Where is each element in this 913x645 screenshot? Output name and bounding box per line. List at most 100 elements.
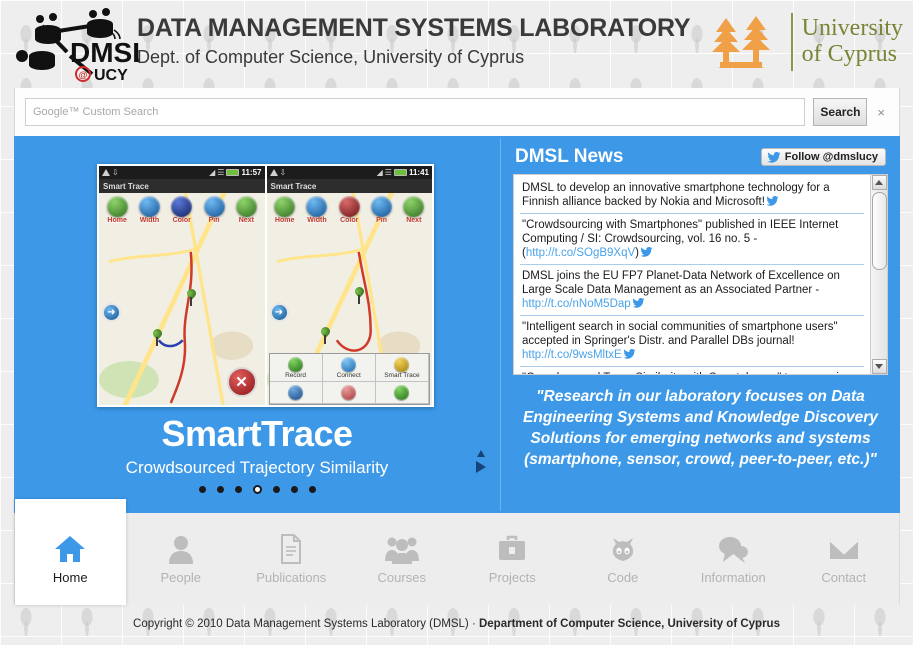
nav-label: Home [52,570,88,585]
nav-item-courses[interactable]: Courses [347,513,458,605]
scrollbar-track[interactable] [871,190,887,359]
logo-divider [790,13,793,71]
menu-item-connect[interactable]: Connect [322,353,376,382]
nav-item-information[interactable]: Information [678,513,789,605]
person-icon [167,533,195,565]
news-header: DMSL News Follow @dmslucy [513,136,888,174]
nav-item-projects[interactable]: Projects [457,513,568,605]
search-button[interactable]: Search [813,98,868,126]
news-item-text: "Intelligent search in social communitie… [522,321,838,348]
menu-item-label: Record [285,371,307,379]
carousel-dot[interactable] [216,486,224,493]
svg-text:UCY: UCY [94,67,128,84]
phone-context-menu: Record Connect Smart Trace [268,352,430,405]
university-line2: of Cyprus [801,41,898,67]
status-right-icons: ◢ ☰ 11:41 [377,168,429,177]
briefcase-icon [497,533,527,565]
nav-item-contact[interactable]: Contact [789,513,900,605]
scrollbar-thumb[interactable] [871,192,887,270]
menu-item-smart-trace[interactable]: Smart Trace [375,353,429,382]
twitter-follow-button[interactable]: Follow @dmslucy [760,148,886,166]
pin-icon [203,196,225,217]
phone-toolbar-label: Home [274,217,295,224]
phone-toolbar-label: Home [107,217,127,224]
news-item-link[interactable]: http://t.co/SOgB9XqV [526,247,635,259]
carousel-slide-image[interactable]: ⇩ ◢ ☰ 11:57 Smart Trace ➜ ✕ Home Width C… [97,164,434,407]
phone-toolbar-item[interactable]: Next [399,196,429,224]
phone-toolbar-item[interactable]: Home [270,196,300,224]
page-title: DATA MANAGEMENT SYSTEMS LABORATORY [137,14,691,42]
record-icon [288,356,304,372]
prev-arrow-button[interactable]: ➜ [269,303,289,323]
university-name: University of Cyprus [801,15,903,68]
phone-toolbar: Home Width Color Pin Next [99,193,265,225]
twitter-bird-icon [623,349,636,359]
carousel-dot-active[interactable] [252,485,262,494]
twitter-bird-icon [766,196,779,206]
news-item-link[interactable]: http://t.co/nNoM5Dap [522,298,631,310]
phone-toolbar-item[interactable]: Home [102,196,132,224]
menu-item-record[interactable]: Record [269,353,323,382]
carousel-dot[interactable] [290,486,298,493]
carousel-dot[interactable] [308,486,316,493]
phone-screenshot-right: ⇩ ◢ ☰ 11:41 Smart Trace ➜ Record Connect… [266,166,432,405]
news-item[interactable]: "Intelligent search in social communitie… [520,316,864,368]
scroll-down-button[interactable] [871,359,887,374]
chevron-right-icon[interactable] [476,461,486,473]
twitter-bird-icon [640,247,653,257]
stop-button[interactable]: ✕ [226,367,257,397]
phone-toolbar-item[interactable]: Next [231,196,261,224]
nav-item-home[interactable]: Home [15,499,126,605]
scroll-up-button[interactable] [871,175,887,190]
news-item[interactable]: "Crowdsourced Trace Similarity with Smar… [520,367,864,374]
menu-item-stop[interactable] [322,382,376,404]
phone-toolbar-item[interactable]: Color [167,196,197,224]
phone-toolbar-label: Color [172,217,191,224]
width-icon [138,196,160,217]
menu-item-share[interactable] [269,382,323,404]
phone-toolbar-label: Width [307,217,327,224]
phone-toolbar-item[interactable]: Width [134,196,164,224]
footer-copyright: Copyright © 2010 Data Management Systems… [133,618,479,630]
svg-text:DMSL: DMSL [70,37,140,68]
connect-icon [341,356,357,372]
chevron-up-icon[interactable] [477,450,485,457]
news-item[interactable]: DMSL to develop an innovative smartphone… [520,175,864,215]
download-icon: ⇩ [279,167,287,177]
carousel-dot[interactable] [198,486,206,493]
university-of-cyprus-logo[interactable]: University of Cyprus [704,8,903,76]
next-icon [403,196,425,217]
phone-toolbar-item[interactable]: Pin [199,196,229,224]
menu-item-label: Connect [336,371,361,379]
news-item[interactable]: DMSL joins the EU FP7 Planet-Data Networ… [520,265,864,317]
phone-toolbar-item[interactable]: Pin [367,196,397,224]
battery-icon [226,169,240,176]
nav-item-code[interactable]: Code [568,513,679,605]
home-icon [106,196,128,217]
phone-toolbar-item[interactable]: Color [334,196,364,224]
nav-item-publications[interactable]: Publications [236,513,347,605]
close-icon[interactable]: × [877,105,885,120]
news-list-box: DMSL to develop an innovative smartphone… [513,174,888,375]
phone-status-bar: ⇩ ◢ ☰ 11:57 [99,166,265,179]
phone-toolbar-label: Color [340,217,359,224]
news-item-link[interactable]: http://t.co/9wsMltxE [522,349,622,361]
carousel-dot[interactable] [234,486,242,493]
menu-item-help[interactable] [375,382,429,404]
phone-toolbar-label: Width [139,217,160,224]
search-input[interactable] [25,98,806,126]
triangle-down-icon [875,364,883,369]
download-icon: ⇩ [112,167,119,177]
phone-toolbar-item[interactable]: Width [302,196,332,224]
twitter-bird-icon [632,298,645,308]
carousel-nav-arrows[interactable] [476,450,486,473]
nav-item-people[interactable]: People [126,513,237,605]
menu-item-label: Smart Trace [384,371,420,379]
news-item[interactable]: "Crowdsourcing with Smartphones" publish… [520,214,864,266]
nav-label: Code [607,570,639,585]
news-panel: DMSL News Follow @dmslucy DMSL to develo… [501,136,900,513]
status-right-icons: ◢ ☰ 11:57 [209,168,261,177]
dmsl-logo[interactable]: DMSL @ UCY [12,4,149,84]
carousel-dot[interactable] [272,486,280,493]
news-scrollbar[interactable] [870,175,887,374]
